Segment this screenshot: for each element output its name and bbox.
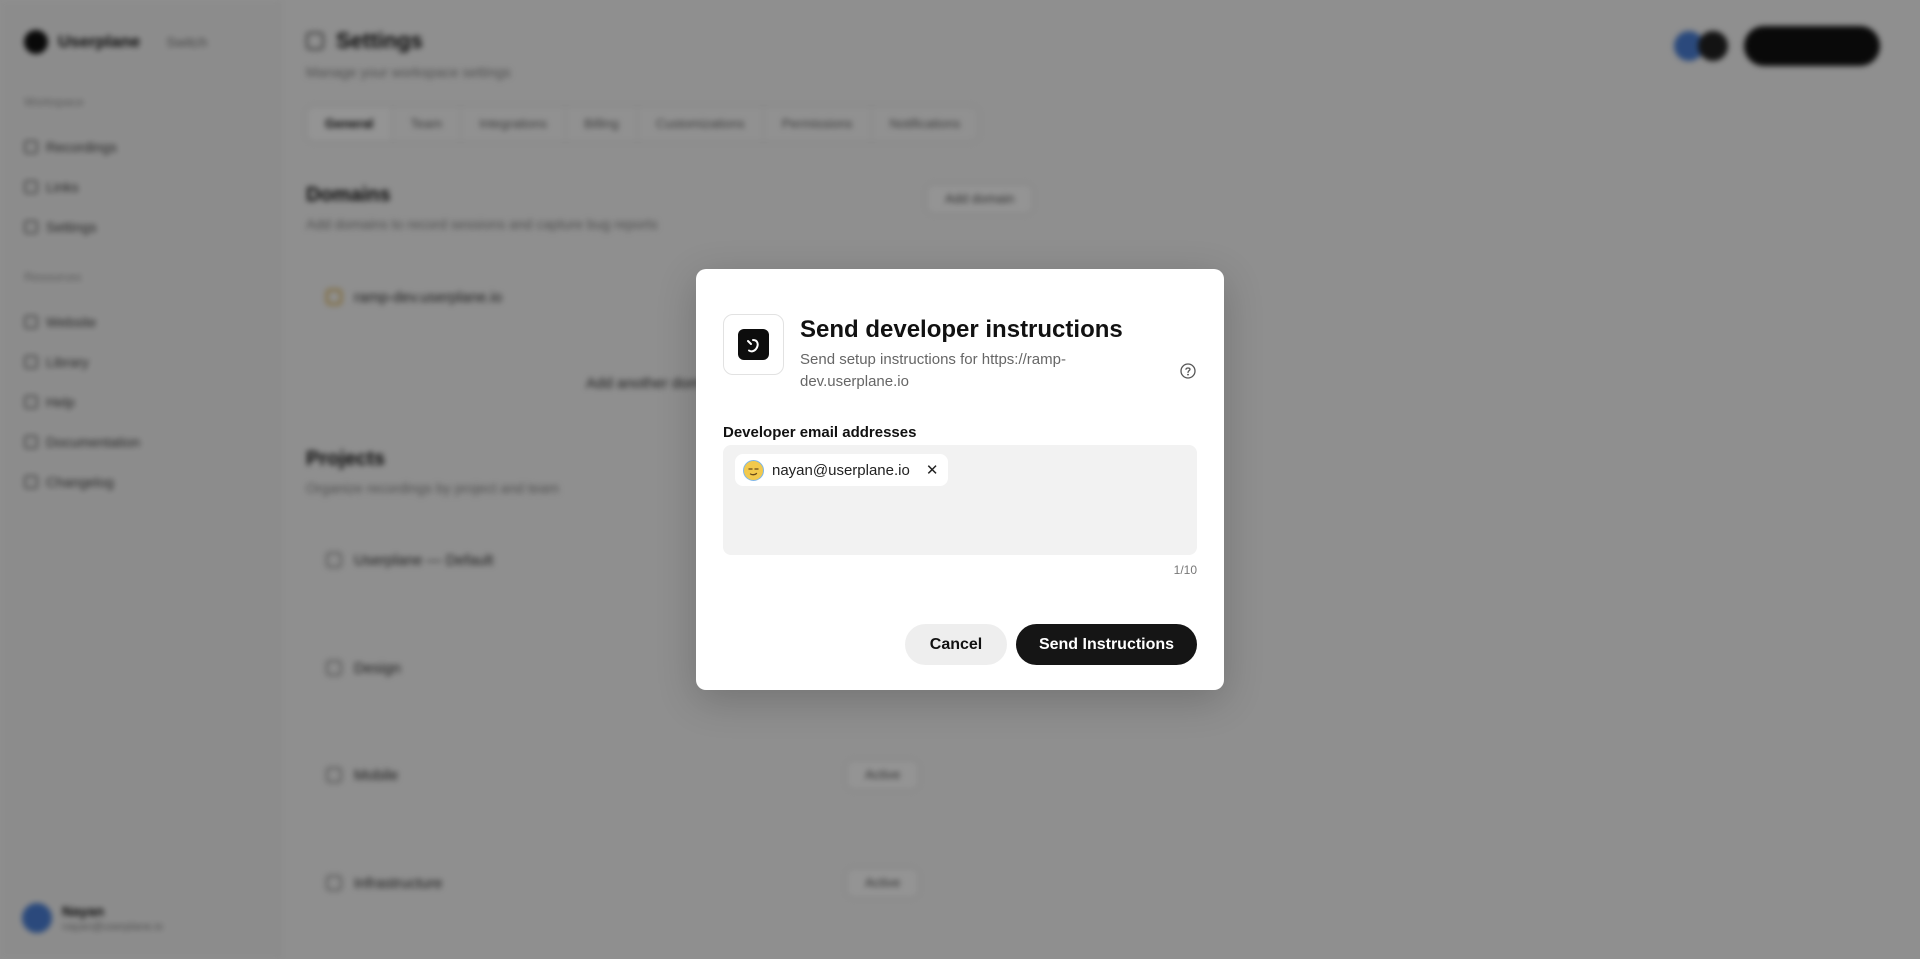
email-chip-address: nayan@userplane.io <box>772 461 910 479</box>
close-icon[interactable]: ✕ <box>926 463 939 478</box>
email-field[interactable]: nayan@userplane.io ✕ <box>723 445 1197 555</box>
cancel-button[interactable]: Cancel <box>905 624 1007 665</box>
app-logo <box>723 314 784 375</box>
send-instructions-button[interactable]: Send Instructions <box>1016 624 1197 665</box>
help-circle-icon[interactable] <box>1179 362 1197 380</box>
email-chip: nayan@userplane.io ✕ <box>735 454 949 486</box>
email-count: 1/10 <box>1173 563 1197 577</box>
dialog-title: Send developer instructions <box>800 316 1123 343</box>
email-field-label: Developer email addresses <box>723 424 917 441</box>
dialog-description: Send setup instructions for https://ramp… <box>800 351 1066 390</box>
emoji-avatar-icon <box>743 459 764 481</box>
userplane-logo-icon <box>738 329 769 360</box>
send-instructions-dialog: Send developer instructions Send setup i… <box>696 269 1224 690</box>
